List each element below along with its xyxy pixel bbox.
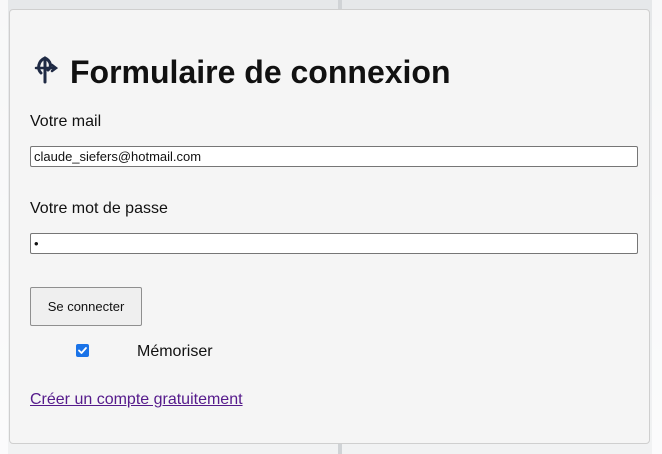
- password-field[interactable]: •: [30, 233, 638, 254]
- title-row: Formulaire de connexion: [32, 54, 451, 90]
- remember-label: Mémoriser: [137, 343, 213, 360]
- arrow-swirl-logo-icon: [34, 56, 58, 84]
- remember-checkbox[interactable]: [76, 344, 89, 357]
- password-label: Votre mot de passe: [30, 200, 168, 217]
- email-label: Votre mail: [30, 113, 102, 130]
- login-button[interactable]: Se connecter: [30, 287, 142, 326]
- create-account-link[interactable]: Créer un compte gratuitement: [30, 391, 243, 409]
- background-road: [0, 0, 8, 454]
- page-title: Formulaire de connexion: [70, 54, 451, 90]
- email-field[interactable]: claude_siefers@hotmail.com: [30, 146, 638, 167]
- background-road: [652, 0, 662, 454]
- login-panel: Formulaire de connexion Votre mail claud…: [9, 9, 650, 444]
- checkmark-icon: [78, 347, 87, 354]
